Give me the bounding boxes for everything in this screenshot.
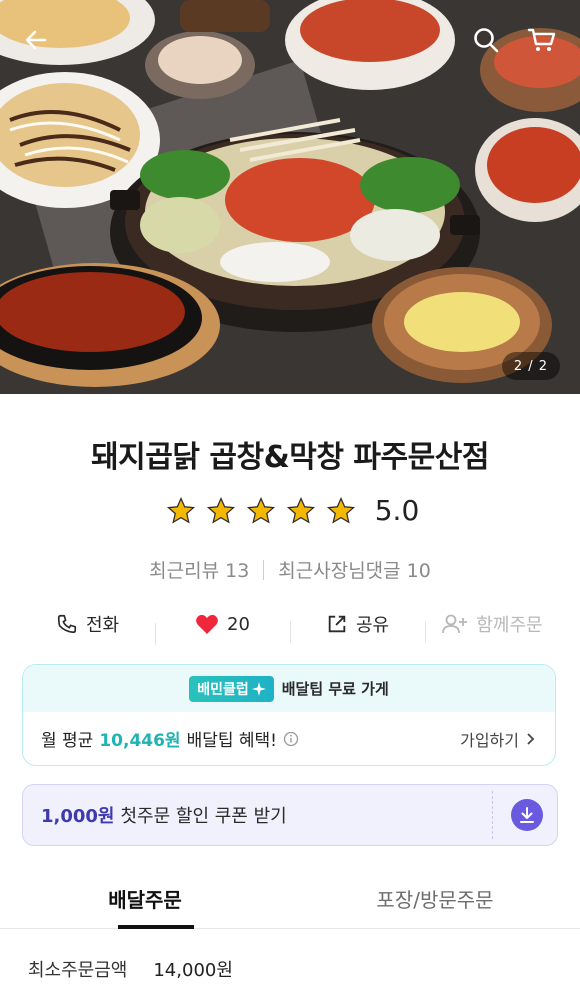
- divider: [263, 559, 265, 580]
- store-name: 돼지곱닭 곱창&막창 파주문산점: [91, 440, 489, 475]
- cart-icon: [527, 28, 556, 51]
- add-person-icon: [442, 614, 468, 634]
- tab-delivery[interactable]: 배달주문: [0, 868, 290, 929]
- coupon-amount: 1,000원: [41, 806, 115, 827]
- first-order-coupon[interactable]: 1,000원 첫주문 할인 쿠폰 받기: [22, 784, 558, 846]
- chevron-right-icon: [527, 732, 535, 745]
- join-club-link[interactable]: 가입하기: [460, 727, 537, 751]
- heart-icon: [196, 614, 218, 634]
- owner-replies-link[interactable]: 최근사장님댓글 10: [278, 556, 431, 583]
- phone-icon: [57, 614, 77, 634]
- star-icon: [206, 496, 235, 524]
- recent-reviews-link[interactable]: 최근리뷰 13: [149, 556, 249, 583]
- group-order-label: 함께주문: [476, 615, 543, 636]
- min-order-label: 최소주문금액: [28, 960, 128, 981]
- call-button[interactable]: 전화: [20, 611, 155, 637]
- club-badge-label: 배민클럽: [197, 681, 249, 698]
- share-icon: [328, 615, 346, 633]
- like-count: 20: [227, 613, 250, 635]
- baemin-club-banner[interactable]: 배민클럽 배달팁 무료 가게 월 평균 10,446원 배달팁 혜택! 가입하기: [22, 664, 556, 766]
- like-button[interactable]: 20: [155, 613, 290, 645]
- coupon-perforation: [492, 791, 493, 839]
- star-icon: [286, 496, 315, 524]
- download-icon: [520, 807, 534, 823]
- info-icon[interactable]: [283, 731, 299, 747]
- order-type-tabs: 배달주문 포장/방문주문: [0, 868, 580, 929]
- tab-pickup[interactable]: 포장/방문주문: [290, 868, 580, 928]
- share-label: 공유: [355, 615, 390, 636]
- image-page-counter: 2 / 2: [501, 352, 560, 380]
- arrow-left-icon: [25, 30, 47, 50]
- club-prefix: 월 평균: [41, 731, 94, 751]
- call-label: 전화: [85, 615, 120, 636]
- join-label: 가입하기: [460, 730, 519, 750]
- club-benefit-row: 월 평균 10,446원 배달팁 혜택! 가입하기: [23, 712, 555, 765]
- group-order-button[interactable]: 함께주문: [425, 611, 560, 643]
- search-icon: [474, 28, 499, 53]
- club-headline: 배달팁 무료 가게: [281, 680, 389, 698]
- cart-button[interactable]: [524, 22, 560, 58]
- action-row: 전화 20 공유 함께주문: [20, 602, 560, 646]
- coupon-download-button[interactable]: [511, 799, 543, 831]
- min-order-value: 14,000원: [153, 960, 233, 981]
- sparkle-icon: [251, 681, 266, 696]
- back-button[interactable]: [18, 22, 54, 58]
- star-icon: [246, 496, 275, 524]
- food-photo: [0, 0, 580, 394]
- coupon-text: 첫주문 할인 쿠폰 받기: [120, 806, 287, 827]
- hero-image[interactable]: 2 / 2: [0, 0, 580, 394]
- share-button[interactable]: 공유: [290, 611, 425, 643]
- review-summary: 최근리뷰 13 최근사장님댓글 10: [0, 556, 580, 583]
- star-icon: [166, 496, 195, 524]
- rating-value: 5.0: [374, 494, 420, 527]
- min-order-row: 최소주문금액 14,000원: [28, 956, 233, 982]
- star-icon: [326, 496, 355, 524]
- rating-row: 5.0: [0, 494, 580, 527]
- club-header: 배민클럽 배달팁 무료 가게: [23, 665, 555, 712]
- search-button[interactable]: [468, 22, 504, 58]
- club-badge: 배민클럽: [189, 675, 274, 702]
- club-amount: 10,446원: [99, 731, 181, 751]
- club-suffix: 배달팁 혜택!: [186, 731, 277, 751]
